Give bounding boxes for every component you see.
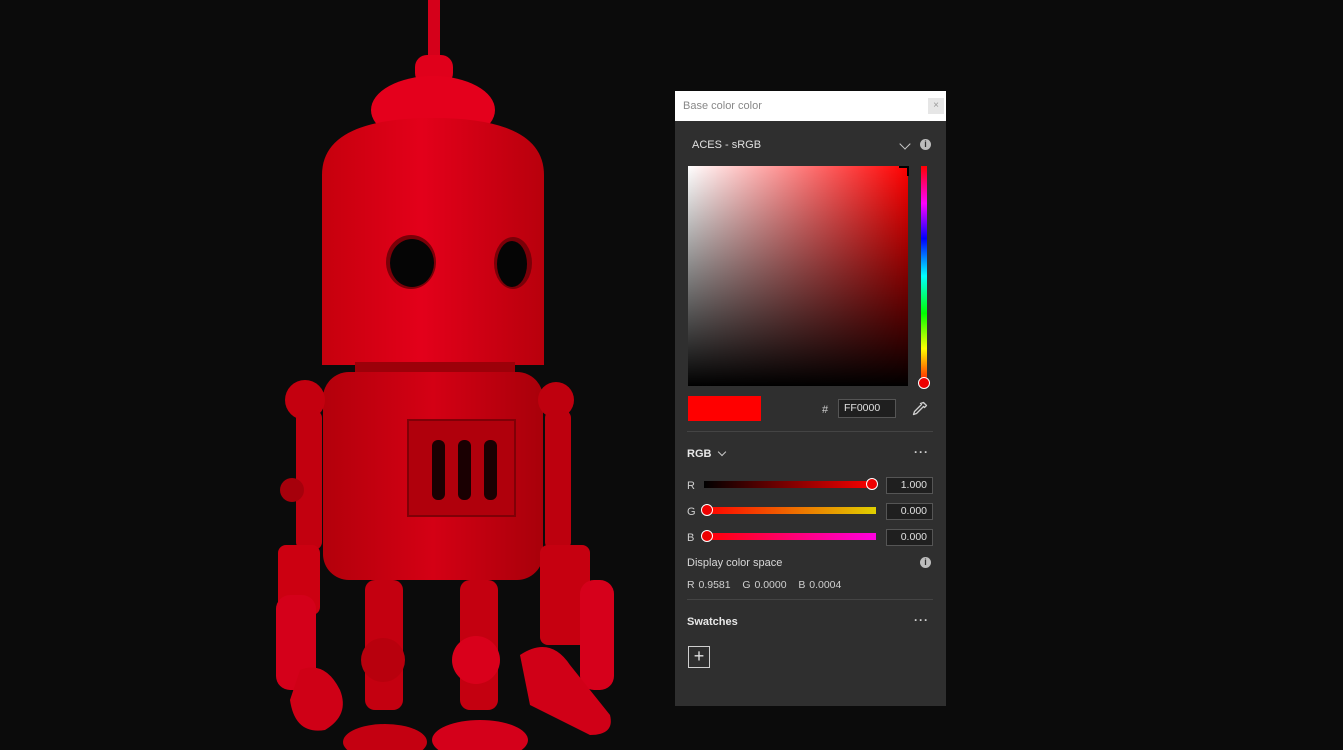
close-icon[interactable]: × (928, 98, 944, 114)
add-swatch-button[interactable]: + (688, 646, 710, 668)
divider (687, 599, 933, 600)
more-icon[interactable]: ··· (914, 613, 929, 627)
display-color-space-values: R 0.9581 G 0.0000 B 0.0004 (687, 579, 842, 591)
hex-prefix: # (822, 404, 829, 416)
display-color-space-label: Display color space (687, 557, 783, 569)
swatches-section-title: Swatches (687, 616, 738, 628)
info-icon[interactable]: i (920, 139, 931, 150)
color-space-label: ACES - sRGB (692, 139, 762, 151)
panel-titlebar[interactable]: Base color color × (675, 91, 946, 121)
color-preview-swatch (688, 396, 761, 421)
hue-slider[interactable] (918, 166, 930, 389)
hue-slider-knob[interactable] (918, 377, 930, 389)
channel-label-r: R (687, 480, 695, 492)
chevron-down-icon[interactable] (899, 138, 911, 150)
robot-render (276, 0, 614, 750)
saturation-value-field[interactable] (688, 166, 909, 386)
color-space-dropdown[interactable]: ACES - sRGB (692, 138, 932, 153)
divider (687, 431, 933, 432)
rgb-section-title[interactable]: RGB (687, 448, 711, 460)
channel-label-g: G (687, 506, 696, 518)
blue-value-input[interactable]: 0.000 (886, 529, 933, 546)
sv-picker-handle[interactable] (899, 166, 909, 176)
color-picker-panel: Base color color × ACES - sRGB i # FF000… (675, 91, 946, 706)
red-slider[interactable] (704, 478, 878, 490)
red-slider-knob[interactable] (866, 478, 878, 490)
chevron-down-icon[interactable] (717, 447, 727, 457)
green-slider-knob[interactable] (701, 504, 713, 516)
panel-title: Base color color (683, 100, 762, 112)
plus-icon: + (693, 646, 705, 666)
blue-slider-knob[interactable] (701, 530, 713, 542)
3d-viewport[interactable] (0, 0, 1343, 750)
red-value-input[interactable]: 1.000 (886, 477, 933, 494)
hex-input[interactable]: FF0000 (838, 399, 896, 418)
channel-label-b: B (687, 532, 695, 544)
blue-slider[interactable] (701, 530, 876, 542)
green-slider[interactable] (701, 504, 876, 516)
more-icon[interactable]: ··· (914, 445, 929, 459)
eyedropper-icon[interactable] (911, 400, 929, 418)
info-icon[interactable]: i (920, 557, 931, 568)
green-value-input[interactable]: 0.000 (886, 503, 933, 520)
